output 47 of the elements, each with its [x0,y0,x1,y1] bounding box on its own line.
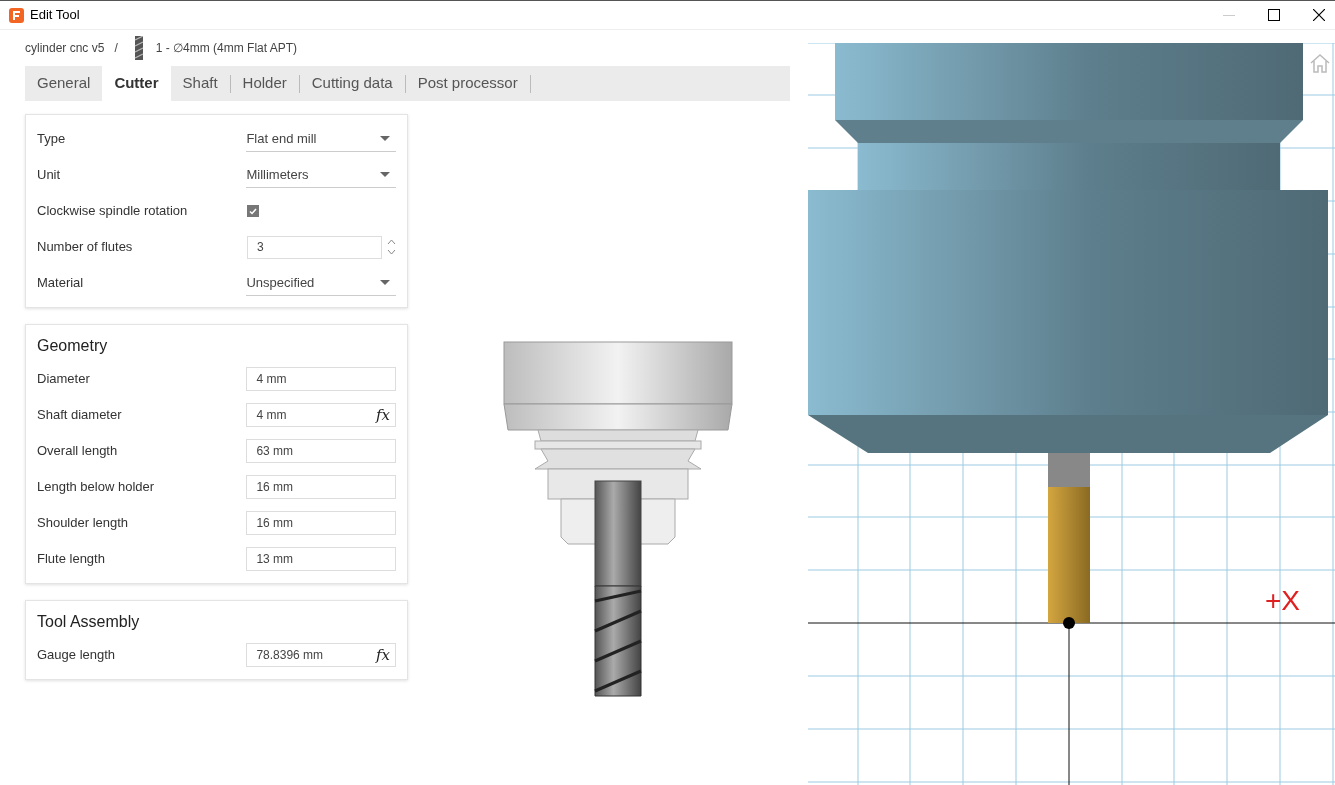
field-label: Overall length [37,442,119,461]
tab[interactable]: Cutting data [299,66,405,101]
field-label: Number of flutes [37,238,134,257]
tab[interactable]: Holder [230,66,299,101]
field-label: Unit [37,166,62,185]
field-label: Clockwise spindle rotation [37,202,189,221]
tab[interactable]: General [25,66,103,101]
number-input-field[interactable]: 3 [247,235,382,259]
breadcrumb-link[interactable]: cylinder cnc v5 [25,39,105,57]
caret-icon [380,280,390,285]
axis-label: +X [1265,587,1301,615]
text-input-field[interactable]: 16 mm [246,475,396,499]
field-label: Diameter [37,370,91,389]
dropdown[interactable]: Millimeters [246,162,396,188]
end-mill-icon [133,36,144,60]
text-input-field[interactable]: 4 mm [246,367,396,391]
field-label: Shoulder length [37,514,130,533]
breadcrumb-separator: / [114,40,118,57]
caret-icon [380,172,390,177]
text-input-field[interactable]: 4 mm fx [246,403,396,427]
text-input-field[interactable]: 63 mm [246,439,396,463]
dropdown[interactable]: Unspecified [246,270,396,296]
dropdown[interactable]: Flat end mill [246,126,396,152]
field-label: Type [37,130,67,149]
app-logo-icon [9,7,24,23]
breadcrumb-tool-name: 1 - ∅4mm (4mm Flat APT) [155,40,298,57]
field-label: Shaft diameter [37,406,123,425]
text-input-field[interactable]: 78.8396 mm fx [246,643,396,667]
field-label: Flute length [37,550,106,569]
maximize-icon[interactable] [1268,9,1280,21]
field-label: Material [37,274,85,293]
section-heading: Geometry [37,336,109,356]
text-input-field[interactable]: 13 mm [246,547,396,571]
close-icon[interactable] [1313,9,1325,21]
section-heading: Tool Assembly [37,612,141,632]
formula-button[interactable]: fx [376,643,390,667]
tab[interactable]: Cutter [102,66,171,101]
caret-icon [380,136,390,141]
formula-button[interactable]: fx [376,403,390,427]
checkbox[interactable] [247,205,259,217]
field-label: Gauge length [37,646,117,665]
text-input-field[interactable]: 16 mm [246,511,396,535]
field-label: Length below holder [37,478,156,497]
tab[interactable]: Post processor [405,66,530,101]
window-title: Edit Tool [30,6,80,25]
spinner-arrows-icon[interactable] [387,238,396,256]
tab[interactable]: Shaft [170,66,230,101]
